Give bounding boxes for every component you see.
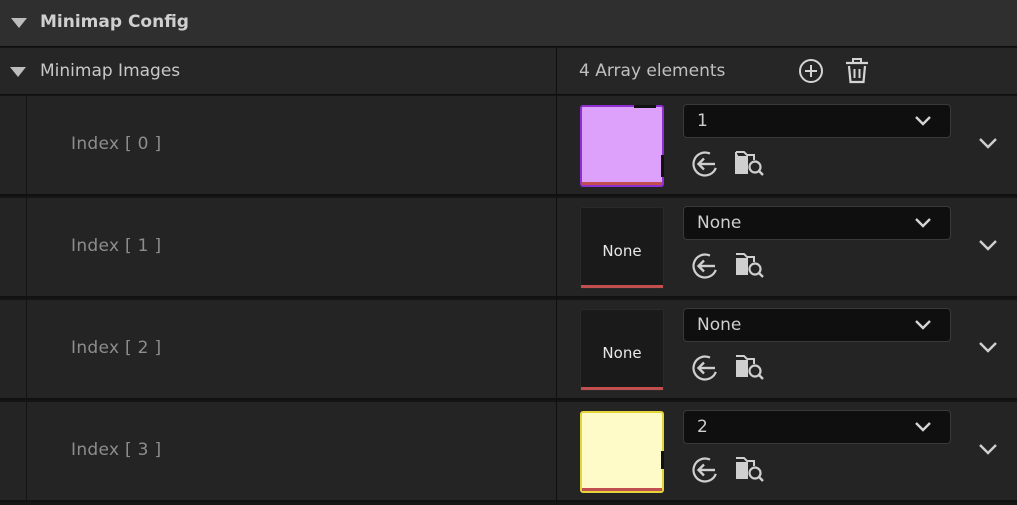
thumb-status-bar	[581, 285, 663, 288]
browse-folder-search-icon[interactable]	[734, 453, 766, 485]
chevron-down-icon	[915, 422, 931, 432]
chevron-down-icon[interactable]	[978, 340, 998, 354]
thumb-status-bar	[582, 182, 662, 185]
collapse-arrow-icon[interactable]	[10, 67, 26, 77]
use-selected-arrow-icon[interactable]	[690, 455, 720, 485]
array-property-name: Minimap Images	[40, 61, 181, 81]
index-label: Index [ 2 ]	[71, 338, 162, 358]
chevron-down-icon	[915, 320, 931, 330]
array-element-row: Index [ 1 ] None None	[0, 198, 1017, 298]
asset-dropdown[interactable]: 2	[683, 410, 951, 444]
array-count-label: 4 Array elements	[579, 61, 726, 81]
thumb-edge-mark	[661, 155, 664, 177]
asset-dropdown[interactable]: None	[683, 308, 951, 342]
delete-all-trash-icon[interactable]	[843, 57, 871, 85]
minimap-config-category[interactable]: Minimap Config	[0, 0, 1017, 47]
asset-dropdown[interactable]: 1	[683, 104, 951, 138]
use-selected-arrow-icon[interactable]	[690, 251, 720, 281]
array-element-row: Index [ 0 ] 1	[0, 96, 1017, 196]
browse-folder-search-icon[interactable]	[734, 351, 766, 383]
index-label: Index [ 0 ]	[71, 134, 162, 154]
array-element-row: Index [ 3 ] 2	[0, 402, 1017, 502]
thumb-corner-mark	[634, 105, 656, 108]
texture-thumbnail[interactable]: None	[580, 207, 664, 289]
indent-gutter	[0, 402, 27, 500]
index-label: Index [ 3 ]	[71, 440, 162, 460]
minimap-images-array-header: Minimap Images 4 Array elements	[0, 48, 1017, 95]
dropdown-value: 1	[697, 111, 708, 131]
dropdown-value: None	[697, 213, 742, 233]
use-selected-arrow-icon[interactable]	[690, 353, 720, 383]
chevron-down-icon[interactable]	[978, 442, 998, 456]
category-title: Minimap Config	[40, 12, 189, 32]
index-label: Index [ 1 ]	[71, 236, 162, 256]
texture-thumbnail[interactable]	[580, 411, 664, 493]
texture-thumbnail[interactable]	[580, 105, 664, 187]
indent-gutter	[0, 198, 27, 296]
chevron-down-icon	[915, 116, 931, 126]
chevron-down-icon[interactable]	[978, 136, 998, 150]
dropdown-value: 2	[697, 417, 708, 437]
collapse-arrow-icon[interactable]	[11, 18, 27, 28]
browse-folder-search-icon[interactable]	[734, 147, 766, 179]
indent-gutter	[0, 300, 27, 398]
thumb-text: None	[602, 242, 642, 260]
thumb-status-bar	[582, 488, 662, 491]
column-divider[interactable]	[556, 48, 557, 505]
indent-gutter	[0, 96, 27, 194]
array-element-row: Index [ 2 ] None None	[0, 300, 1017, 400]
thumb-edge-mark	[661, 451, 664, 469]
chevron-down-icon[interactable]	[978, 238, 998, 252]
asset-dropdown[interactable]: None	[683, 206, 951, 240]
add-element-icon[interactable]	[797, 57, 825, 85]
thumb-text: None	[602, 344, 642, 362]
thumb-status-bar	[581, 387, 663, 390]
texture-thumbnail[interactable]: None	[580, 309, 664, 391]
chevron-down-icon	[915, 218, 931, 228]
use-selected-arrow-icon[interactable]	[690, 149, 720, 179]
dropdown-value: None	[697, 315, 742, 335]
browse-folder-search-icon[interactable]	[734, 249, 766, 281]
